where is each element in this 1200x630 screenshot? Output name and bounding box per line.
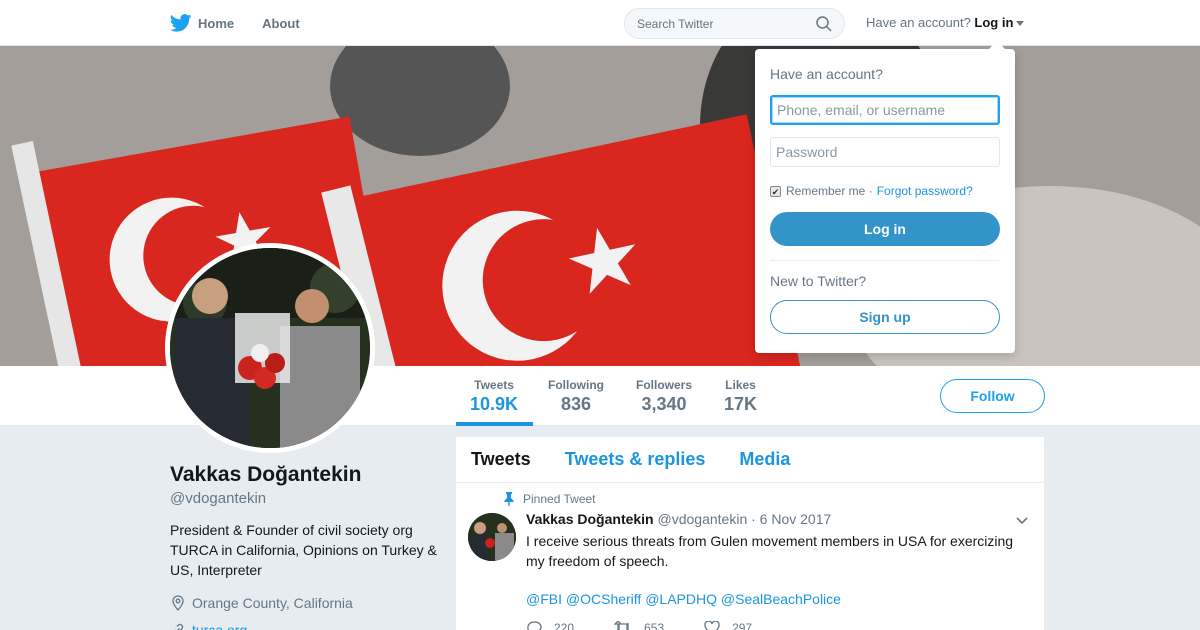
nav-left: Home About <box>170 0 328 46</box>
tweet-avatar-image <box>468 513 516 561</box>
caret-down-icon[interactable] <box>1016 21 1025 27</box>
stat-likes[interactable]: Likes 17K <box>724 378 757 415</box>
stat-value: 3,340 <box>641 394 687 414</box>
nav-home[interactable]: Home <box>170 14 234 32</box>
stat-value: 10.9K <box>470 394 519 414</box>
stat-label: Likes <box>725 378 756 392</box>
tweet-menu-chevron-icon[interactable] <box>1016 517 1028 525</box>
top-nav-bar: Home About Have an account? Log in <box>0 0 1200 46</box>
divider <box>770 260 1000 261</box>
remember-me-checkbox[interactable]: ✔ <box>770 185 781 197</box>
new-to-twitter-text: New to Twitter? <box>770 273 867 289</box>
avatar-photo <box>170 248 370 448</box>
tweet-header: Vakkas Doğantekin @vdogantekin · 6 Nov 2… <box>526 511 831 527</box>
reply-count: 220 <box>554 621 575 630</box>
mention-link[interactable]: @SealBeachPolice <box>721 591 841 607</box>
separator-dot: · <box>865 184 873 198</box>
mention-link[interactable]: @OCSheriff <box>566 591 641 607</box>
tweet-date[interactable]: · 6 Nov 2017 <box>751 511 831 527</box>
stat-followers[interactable]: Followers 3,340 <box>636 378 692 415</box>
stat-value: 836 <box>560 394 592 414</box>
signup-button[interactable]: Sign up <box>770 300 1000 334</box>
stat-value: 17K <box>724 394 758 414</box>
search-icon[interactable] <box>816 15 832 32</box>
reply-icon <box>527 621 542 630</box>
account-prompt: Have an account? <box>866 15 971 30</box>
tweet-author-name[interactable]: Vakkas Doğantekin <box>526 511 654 527</box>
timeline-tabs: Tweets Tweets & replies Media <box>456 437 1044 483</box>
link-icon <box>174 623 184 630</box>
reply-button[interactable]: 220 <box>526 621 574 630</box>
account-menu: Have an account? Log in <box>866 15 1025 30</box>
tab-tweets[interactable]: Tweets <box>471 449 531 470</box>
tab-media[interactable]: Media <box>739 449 790 470</box>
stat-following[interactable]: Following 836 <box>548 378 604 415</box>
avatar-image <box>170 248 370 448</box>
login-dropdown-title: Have an account? <box>770 66 883 82</box>
username-field[interactable] <box>770 95 1000 125</box>
pin-icon <box>504 492 514 506</box>
retweet-count: 653 <box>644 621 665 630</box>
timeline: Tweets Tweets & replies Media Pinned Twe… <box>456 437 1044 630</box>
tweet-text: I receive serious threats from Gulen mov… <box>526 533 1014 569</box>
stat-label: Tweets <box>474 378 514 392</box>
tweet-avatar[interactable] <box>468 513 516 561</box>
search-box <box>624 8 845 39</box>
profile-location: Orange County, California <box>170 595 353 611</box>
like-button[interactable]: 297 <box>704 621 752 630</box>
tweet-mentions: @FBI @OCSheriff @LAPDHQ @SealBeachPolice <box>526 591 841 607</box>
like-count: 297 <box>732 621 753 630</box>
mention-link[interactable]: @LAPDHQ <box>645 591 717 607</box>
forgot-password-link[interactable]: Forgot password? <box>877 184 973 198</box>
stat-label: Followers <box>636 378 693 392</box>
profile-handle[interactable]: @vdogantekin <box>170 490 266 507</box>
search-input[interactable] <box>637 16 797 31</box>
retweet-button[interactable]: 653 <box>614 621 664 630</box>
nav-home-label: Home <box>198 15 235 31</box>
nav-about[interactable]: About <box>262 16 300 31</box>
tweet-actions: 220 653 297 <box>526 621 792 630</box>
profile-url[interactable]: turca.org <box>170 622 247 630</box>
stat-label: Following <box>548 378 604 392</box>
remember-row: ✔ Remember me · Forgot password? <box>770 184 973 198</box>
login-dropdown: Have an account? ✔ Remember me · Forgot … <box>755 41 1015 353</box>
profile-avatar[interactable] <box>165 243 375 453</box>
profile-url-text[interactable]: turca.org <box>192 622 247 630</box>
active-stat-underline <box>456 422 533 426</box>
retweet-icon <box>614 621 629 630</box>
pinned-label: Pinned Tweet <box>504 492 596 506</box>
tweet-author-handle[interactable]: @vdogantekin <box>658 511 748 527</box>
login-toggle[interactable]: Log in <box>974 15 1013 30</box>
profile-location-text: Orange County, California <box>192 595 353 611</box>
tab-tweets-replies[interactable]: Tweets & replies <box>565 449 706 470</box>
remember-me-label[interactable]: Remember me <box>786 184 865 198</box>
login-button[interactable]: Log in <box>770 212 1000 246</box>
nav-about-label: About <box>262 15 300 31</box>
location-pin-icon <box>172 595 184 611</box>
mention-link[interactable]: @FBI <box>526 591 562 607</box>
stat-tweets[interactable]: Tweets 10.9K <box>470 378 518 415</box>
pinned-text: Pinned Tweet <box>523 492 596 506</box>
profile-name[interactable]: Vakkas Doğantekin <box>170 463 361 487</box>
heart-icon <box>704 621 720 630</box>
profile-bio: President & Founder of civil society org… <box>170 522 437 578</box>
follow-button[interactable]: Follow <box>940 379 1045 413</box>
twitter-bird-icon <box>170 14 192 32</box>
password-field[interactable] <box>770 137 1000 167</box>
